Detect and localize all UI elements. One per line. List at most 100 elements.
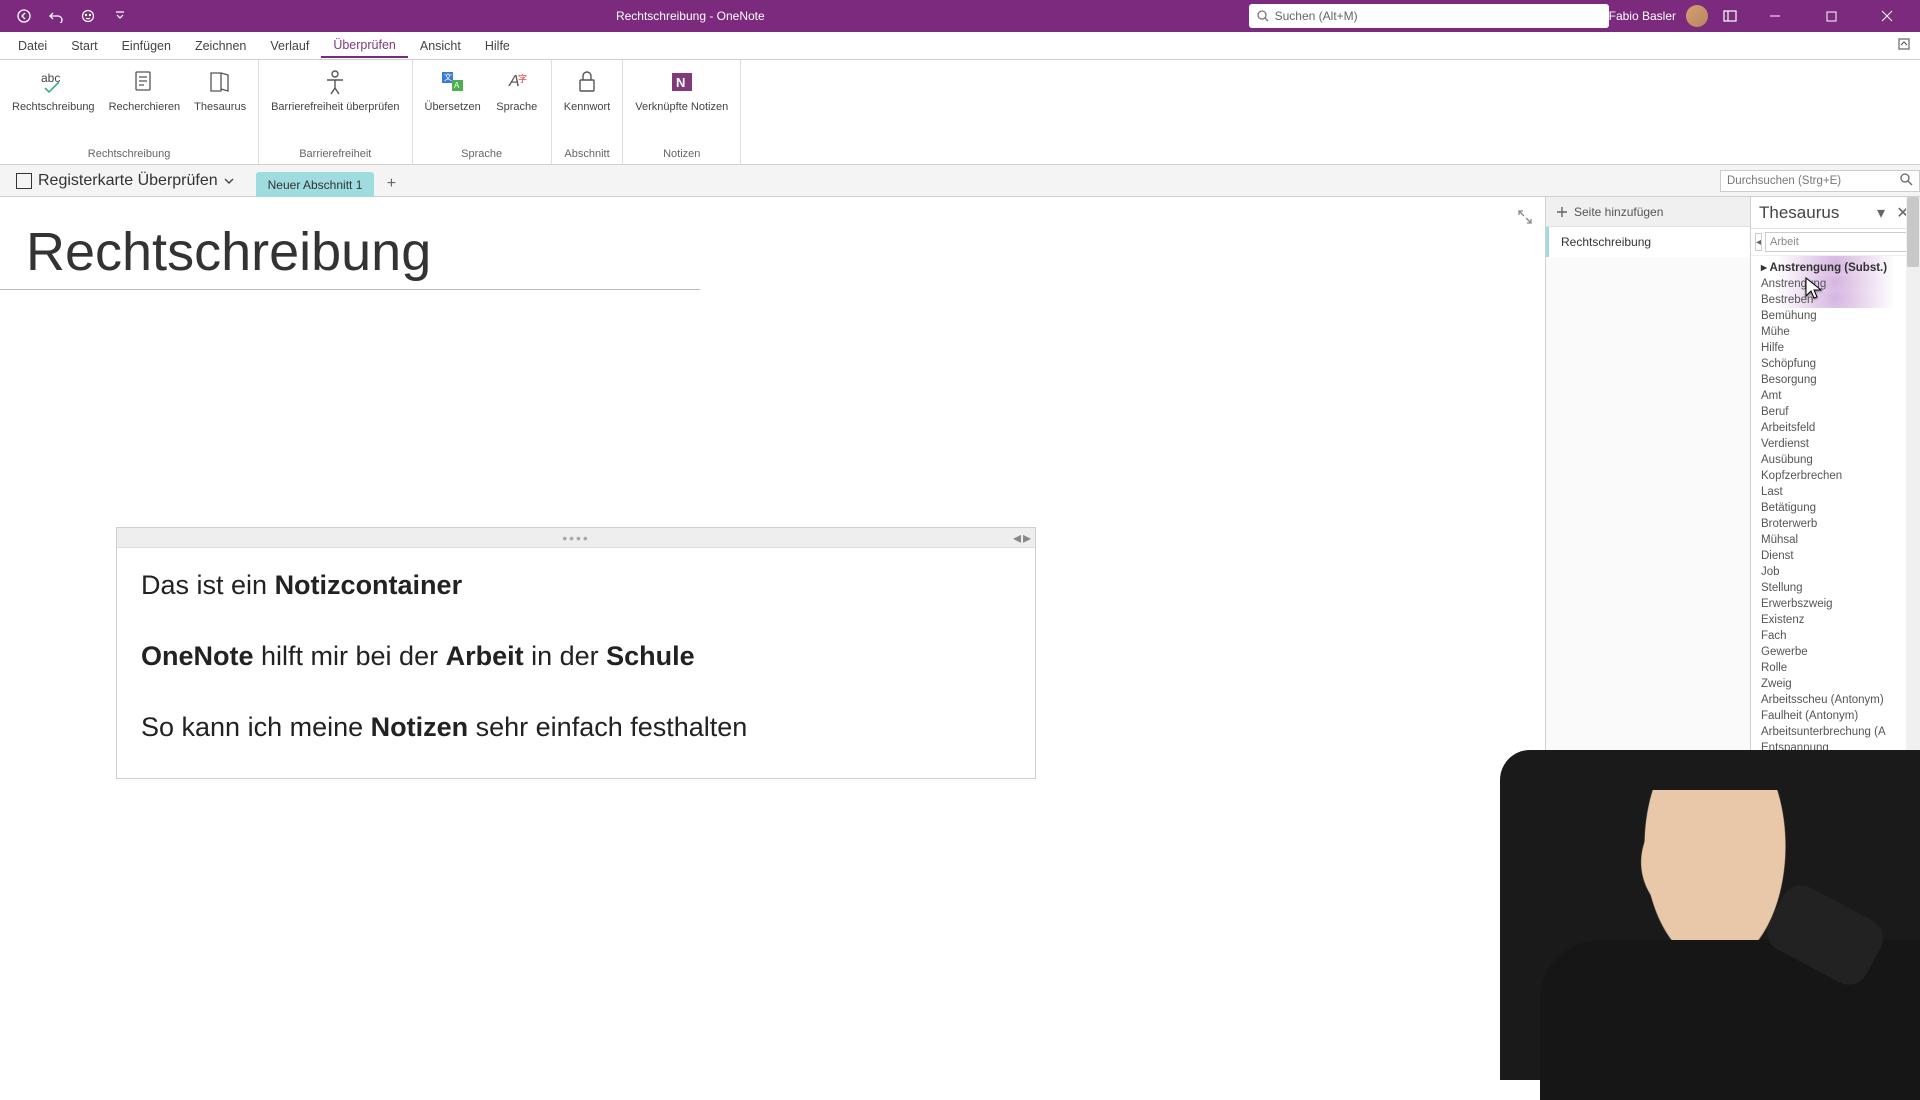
thesaurus-result-item[interactable]: Fach	[1751, 628, 1920, 644]
language-button[interactable]: A字Sprache	[489, 64, 545, 116]
grip-icon: ••••	[562, 530, 590, 546]
translate-button[interactable]: 文AÜbersetzen	[419, 64, 487, 116]
undo-icon[interactable]	[44, 4, 68, 28]
search-icon	[1900, 173, 1913, 189]
thesaurus-result-item[interactable]: Schöpfung	[1751, 356, 1920, 372]
ribbon-group-abschnitt: Kennwort Abschnitt	[552, 60, 623, 164]
thesaurus-result-item[interactable]: Gewerbe	[1751, 644, 1920, 660]
thesaurus-search-input[interactable]	[1765, 232, 1917, 252]
thesaurus-icon	[204, 66, 236, 98]
accessibility-button[interactable]: Barrierefreiheit überprüfen	[265, 64, 405, 116]
thesaurus-result-item[interactable]: Stellung	[1751, 580, 1920, 596]
tab-ueberpruefen[interactable]: Überprüfen	[321, 34, 408, 58]
section-tab[interactable]: Neuer Abschnitt 1	[256, 172, 375, 197]
tab-verlauf[interactable]: Verlauf	[258, 35, 321, 57]
spellcheck-button[interactable]: abcRechtschreibung	[6, 64, 101, 116]
ribbon-tabs: Datei Start Einfügen Zeichnen Verlauf Üb…	[0, 32, 1920, 60]
linked-notes-button[interactable]: NVerknüpfte Notizen	[629, 64, 734, 116]
thesaurus-result-item[interactable]: Amt	[1751, 388, 1920, 404]
translate-icon: 文A	[437, 66, 469, 98]
global-search[interactable]: Suchen (Alt+M)	[1249, 4, 1609, 28]
note-container[interactable]: •••• ◂ ▸ Das ist ein Notizcontainer OneN…	[116, 527, 1036, 779]
tab-datei[interactable]: Datei	[6, 35, 59, 57]
note-container-header[interactable]: •••• ◂ ▸	[117, 528, 1035, 548]
main-area: Rechtschreibung •••• ◂ ▸ Das ist ein Not…	[0, 197, 1920, 1080]
close-button[interactable]	[1864, 0, 1910, 32]
lock-icon	[571, 66, 603, 98]
svg-text:N: N	[676, 75, 685, 90]
note-body[interactable]: Das ist ein Notizcontainer OneNote hilft…	[117, 548, 1035, 778]
password-button[interactable]: Kennwort	[558, 64, 616, 116]
add-section-button[interactable]: +	[380, 173, 402, 195]
user-avatar[interactable]	[1686, 5, 1708, 27]
tab-start[interactable]: Start	[59, 35, 109, 57]
thesaurus-result-item[interactable]: Erwerbszweig	[1751, 596, 1920, 612]
thesaurus-result-item[interactable]: Verdienst	[1751, 436, 1920, 452]
thesaurus-result-item[interactable]: Betätigung	[1751, 500, 1920, 516]
thesaurus-result-item[interactable]: Dienst	[1751, 548, 1920, 564]
thesaurus-result-item[interactable]: Broterwerb	[1751, 516, 1920, 532]
tab-einfuegen[interactable]: Einfügen	[110, 35, 183, 57]
plus-icon	[1556, 206, 1568, 218]
minimize-button[interactable]	[1752, 0, 1798, 32]
thesaurus-result-item[interactable]: Rolle	[1751, 660, 1920, 676]
page-search[interactable]: Durchsuchen (Strg+E)	[1720, 170, 1920, 192]
thesaurus-result-item[interactable]: Ausübung	[1751, 452, 1920, 468]
thesaurus-result-item[interactable]: Existenz	[1751, 612, 1920, 628]
thesaurus-result-item[interactable]: Bestreben	[1751, 292, 1920, 308]
thesaurus-result-item[interactable]: Arbeitsunterbrechung (A	[1751, 724, 1920, 740]
research-button[interactable]: Recherchieren	[103, 64, 187, 116]
touch-mode-icon[interactable]	[76, 4, 100, 28]
language-icon: A字	[501, 66, 533, 98]
thesaurus-result-item[interactable]: Besorgung	[1751, 372, 1920, 388]
thesaurus-result-item[interactable]: Mühe	[1751, 324, 1920, 340]
notebook-selector[interactable]: Registerkarte Überprüfen	[8, 170, 242, 192]
thesaurus-result-item[interactable]: Hilfe	[1751, 340, 1920, 356]
tab-ansicht[interactable]: Ansicht	[408, 35, 473, 57]
notebook-icon	[16, 173, 32, 189]
notebook-bar: Registerkarte Überprüfen Neuer Abschnitt…	[0, 165, 1920, 197]
maximize-button[interactable]	[1808, 0, 1854, 32]
thesaurus-result-item[interactable]: Bemühung	[1751, 308, 1920, 324]
page-canvas[interactable]: Rechtschreibung •••• ◂ ▸ Das ist ein Not…	[0, 197, 1545, 1080]
note-prev-icon[interactable]: ◂	[1013, 528, 1021, 548]
fullscreen-icon[interactable]	[1517, 209, 1533, 230]
page-title[interactable]: Rechtschreibung	[0, 197, 1545, 289]
note-next-icon[interactable]: ▸	[1023, 528, 1031, 548]
thesaurus-result-item[interactable]: Job	[1751, 564, 1920, 580]
tab-hilfe[interactable]: Hilfe	[473, 35, 522, 57]
nav-back-icon[interactable]	[12, 4, 36, 28]
page-list-item[interactable]: Rechtschreibung	[1546, 227, 1750, 257]
ribbon-group-notizen: NVerknüpfte Notizen Notizen	[623, 60, 741, 164]
tab-zeichnen[interactable]: Zeichnen	[183, 35, 258, 57]
ribbon-group-sprache: 文AÜbersetzen A字Sprache Sprache	[413, 60, 552, 164]
thesaurus-button[interactable]: Thesaurus	[188, 64, 252, 116]
notes-window-icon[interactable]	[1718, 4, 1742, 28]
thesaurus-heading[interactable]: ▸ Anstrengung (Subst.)	[1751, 256, 1920, 276]
svg-text:字: 字	[518, 73, 527, 84]
thesaurus-back-button[interactable]: ◂	[1755, 233, 1762, 251]
thesaurus-result-item[interactable]: Beruf	[1751, 404, 1920, 420]
thesaurus-result-item[interactable]: Kopfzerbrechen	[1751, 468, 1920, 484]
scrollbar-thumb[interactable]	[1907, 256, 1919, 267]
note-nav: ◂ ▸	[1013, 528, 1031, 548]
thesaurus-result-item[interactable]: Arbeitsscheu (Antonym)	[1751, 692, 1920, 708]
add-page-button[interactable]: Seite hinzufügen	[1546, 197, 1750, 227]
thesaurus-result-item[interactable]: Faulheit (Antonym)	[1751, 708, 1920, 724]
ribbon: abcRechtschreibung Recherchieren Thesaur…	[0, 60, 1920, 165]
research-icon	[128, 66, 160, 98]
thesaurus-result-item[interactable]: Mühsal	[1751, 532, 1920, 548]
qat-customize-icon[interactable]	[108, 4, 132, 28]
thesaurus-result-item[interactable]: Last	[1751, 484, 1920, 500]
thesaurus-result-item[interactable]: Anstrengung	[1751, 276, 1920, 292]
user-name: Fabio Basler	[1609, 9, 1676, 23]
panel-options-icon[interactable]: ▾	[1872, 204, 1890, 222]
onenote-icon: N	[666, 66, 698, 98]
accessibility-icon	[319, 66, 351, 98]
svg-text:A: A	[454, 81, 460, 90]
thesaurus-result-item[interactable]: Zweig	[1751, 676, 1920, 692]
thesaurus-result-item[interactable]: Arbeitsfeld	[1751, 420, 1920, 436]
ribbon-collapse-button[interactable]	[1888, 34, 1920, 57]
chevron-down-icon	[224, 176, 234, 186]
titlebar: Rechtschreibung - OneNote Suchen (Alt+M)…	[0, 0, 1920, 32]
